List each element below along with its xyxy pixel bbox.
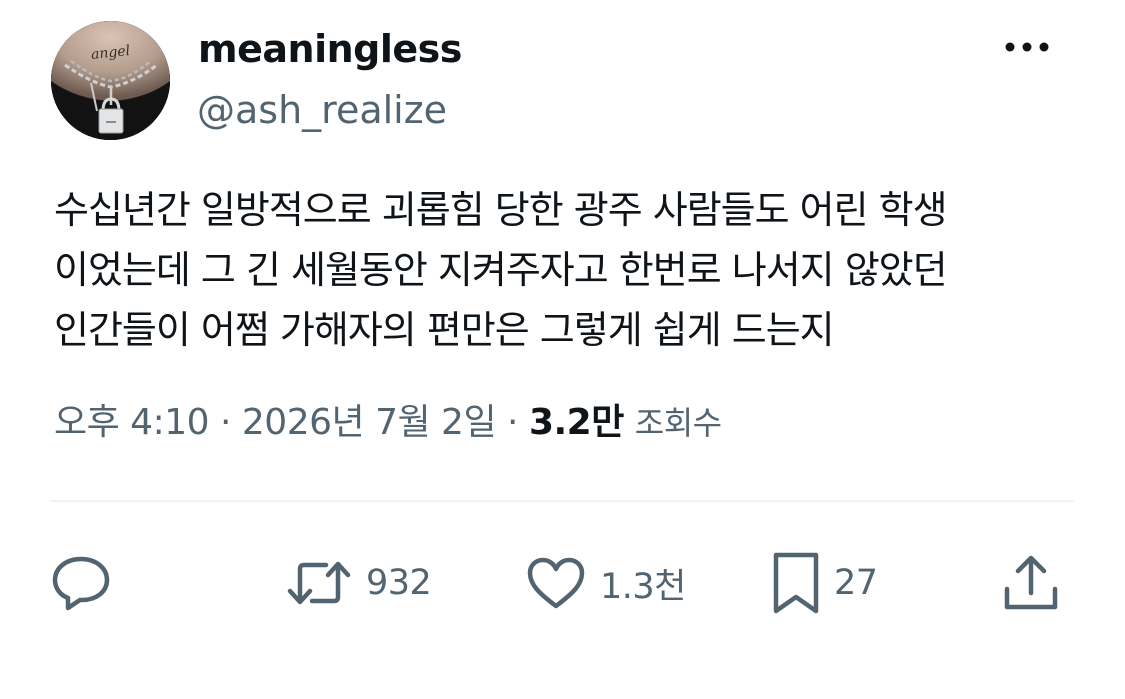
meta-separator: ·: [507, 402, 518, 443]
views-label: 조회수: [634, 404, 722, 442]
retweet-count: 932: [366, 563, 432, 603]
share-icon: [1004, 555, 1058, 610]
tweet-text-line: 이었는데 그 긴 세월동안 지켜주자고 한번로 나서지 않았던: [54, 248, 948, 292]
heart-icon: [527, 557, 585, 609]
like-button[interactable]: 1.3천: [526, 548, 686, 618]
display-name[interactable]: meaningless: [198, 26, 462, 72]
more-dots-icon: [1005, 42, 1049, 52]
tweet-card: angel meaningless @ash_realize 수십년간 일방적으…: [0, 0, 1125, 699]
bookmark-count: 27: [834, 563, 878, 603]
views-count[interactable]: 3.2만: [529, 402, 624, 443]
share-button[interactable]: [1002, 548, 1060, 618]
tweet-meta: 오후 4:10 · 2026년 7월 2일 · 3.2만 조회수: [54, 398, 722, 448]
reply-button[interactable]: [50, 548, 112, 618]
tweet-text-line: 수십년간 일방적으로 괴롭힘 당한 광주 사람들도 어린 학생: [54, 188, 948, 232]
bookmark-icon: [773, 552, 819, 614]
more-options-button[interactable]: [1000, 30, 1054, 64]
tweet-time[interactable]: 오후 4:10: [54, 402, 210, 443]
tweet-date[interactable]: 2026년 7월 2일: [242, 402, 497, 443]
user-handle[interactable]: @ash_realize: [197, 86, 447, 134]
retweet-icon: [287, 561, 351, 605]
meta-separator: ·: [219, 402, 231, 443]
retweet-button[interactable]: 932: [286, 548, 432, 618]
avatar[interactable]: angel: [51, 21, 170, 140]
bookmark-button[interactable]: 27: [772, 548, 878, 618]
reply-icon: [52, 556, 110, 611]
like-count: 1.3천: [600, 566, 686, 607]
avatar-photo: angel: [51, 21, 170, 140]
action-bar: 932 1.3천 27: [0, 548, 1125, 618]
tweet-text-line: 인간들이 어쩜 가해자의 편만은 그렇게 쉽게 드는지: [54, 308, 835, 352]
divider: [51, 500, 1074, 502]
tweet-text: 수십년간 일방적으로 괴롭힘 당한 광주 사람들도 어린 학생 이었는데 그 긴…: [54, 180, 1074, 360]
